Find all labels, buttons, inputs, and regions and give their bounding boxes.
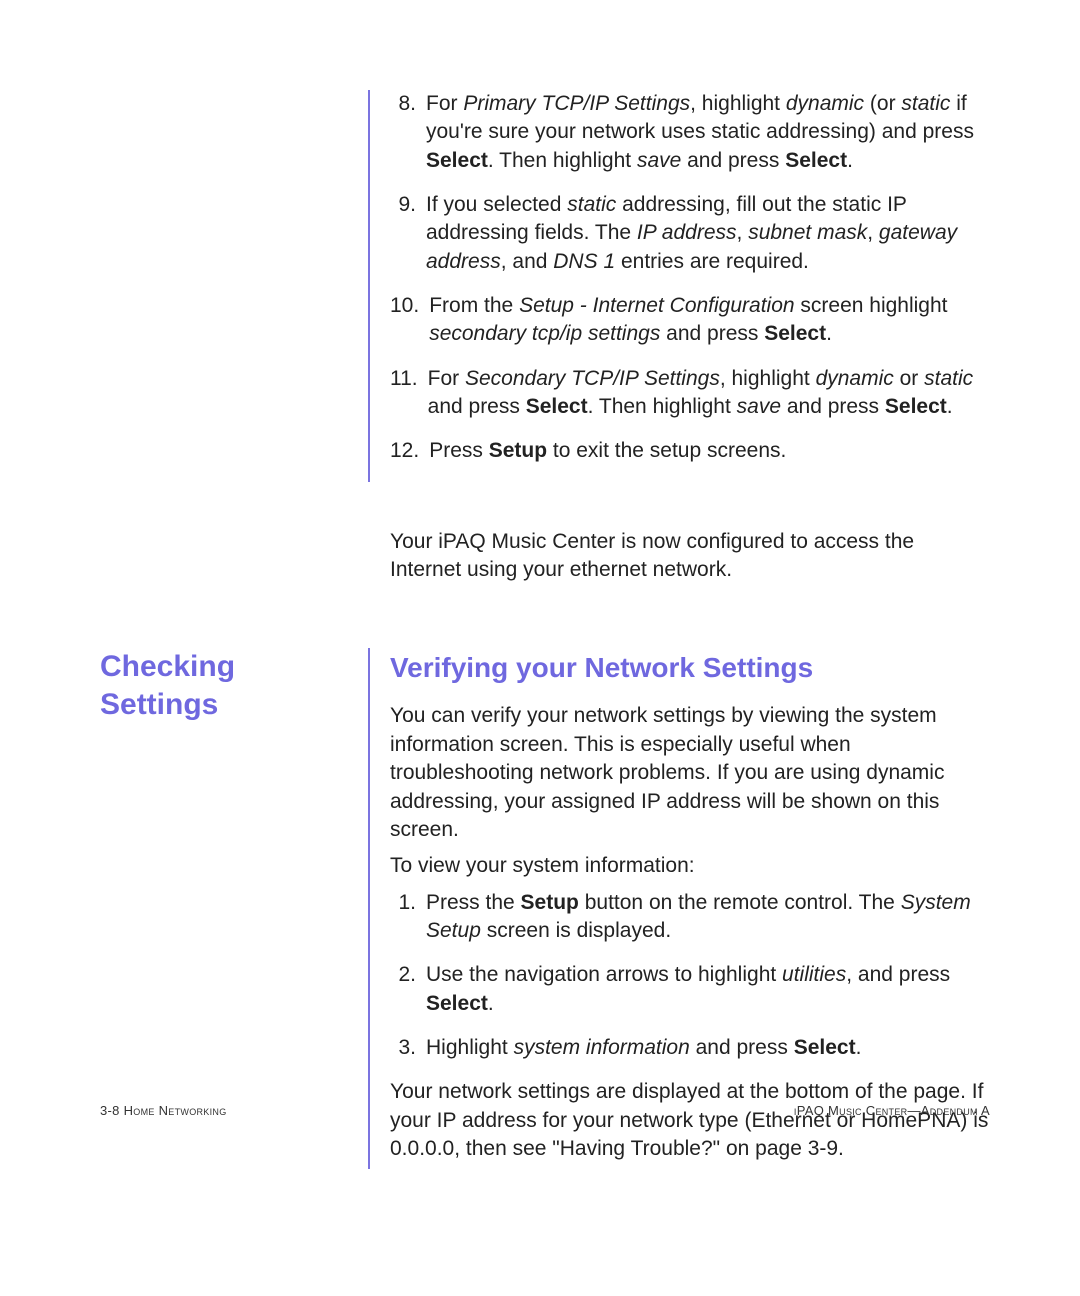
row-configured: Your iPAQ Music Center is now configured… [100, 528, 990, 591]
step-number: 8. [390, 90, 426, 175]
step-number: 12. [390, 437, 429, 465]
para-toview: To view your system information: [390, 852, 990, 880]
para-verify: You can verify your network settings by … [390, 702, 990, 844]
side-empty-mid [100, 528, 368, 591]
step-text: For Primary TCP/IP Settings, highlight d… [426, 90, 990, 175]
list-item: 11.For Secondary TCP/IP Settings, highli… [390, 365, 990, 422]
step-number: 2. [390, 961, 426, 1018]
side-empty-top [100, 90, 368, 482]
list-item: 10.From the Setup - Internet Configurati… [390, 292, 990, 349]
footer-right: iPAQ Music Center—Addendum A [794, 1103, 990, 1118]
list-item: 3.Highlight system information and press… [390, 1034, 990, 1062]
row-top-steps: 8.For Primary TCP/IP Settings, highlight… [100, 90, 990, 482]
ordered-list-top: 8.For Primary TCP/IP Settings, highlight… [390, 90, 990, 466]
step-number: 9. [390, 191, 426, 276]
list-item: 8.For Primary TCP/IP Settings, highlight… [390, 90, 990, 175]
step-text: Use the navigation arrows to highlight u… [426, 961, 990, 1018]
main-checking: Verifying your Network Settings You can … [368, 648, 990, 1169]
ordered-list-bottom: 1.Press the Setup button on the remote c… [390, 889, 990, 1063]
step-number: 10. [390, 292, 429, 349]
footer-left: 3-8 Home Networking [100, 1103, 227, 1118]
row-checking: Checking Settings Verifying your Network… [100, 648, 990, 1169]
step-number: 11. [390, 365, 428, 422]
step-text: If you selected static addressing, fill … [426, 191, 990, 276]
footer-page-num: 3-8 [100, 1103, 124, 1118]
main-configured: Your iPAQ Music Center is now configured… [368, 528, 990, 591]
side-heading-col: Checking Settings [100, 648, 368, 1169]
footer-left-title: Home Networking [124, 1103, 227, 1118]
step-text: Press Setup to exit the setup screens. [429, 437, 990, 465]
para-bottom: Your network settings are displayed at t… [390, 1078, 990, 1163]
step-number: 3. [390, 1034, 426, 1062]
spacer [100, 590, 990, 648]
sub-heading: Verifying your Network Settings [390, 652, 990, 684]
side-heading: Checking Settings [100, 648, 348, 723]
list-item: 1.Press the Setup button on the remote c… [390, 889, 990, 946]
page-footer: 3-8 Home Networking iPAQ Music Center—Ad… [100, 1103, 990, 1118]
step-number: 1. [390, 889, 426, 946]
step-text: Highlight system information and press S… [426, 1034, 990, 1062]
para-configured: Your iPAQ Music Center is now configured… [390, 528, 990, 585]
spacer [100, 482, 990, 528]
step-text: From the Setup - Internet Configuration … [429, 292, 990, 349]
step-text: For Secondary TCP/IP Settings, highlight… [428, 365, 990, 422]
list-item: 12.Press Setup to exit the setup screens… [390, 437, 990, 465]
step-text: Press the Setup button on the remote con… [426, 889, 990, 946]
list-item: 2.Use the navigation arrows to highlight… [390, 961, 990, 1018]
main-top-steps: 8.For Primary TCP/IP Settings, highlight… [368, 90, 990, 482]
page: 8.For Primary TCP/IP Settings, highlight… [0, 0, 1080, 1296]
list-item: 9.If you selected static addressing, fil… [390, 191, 990, 276]
